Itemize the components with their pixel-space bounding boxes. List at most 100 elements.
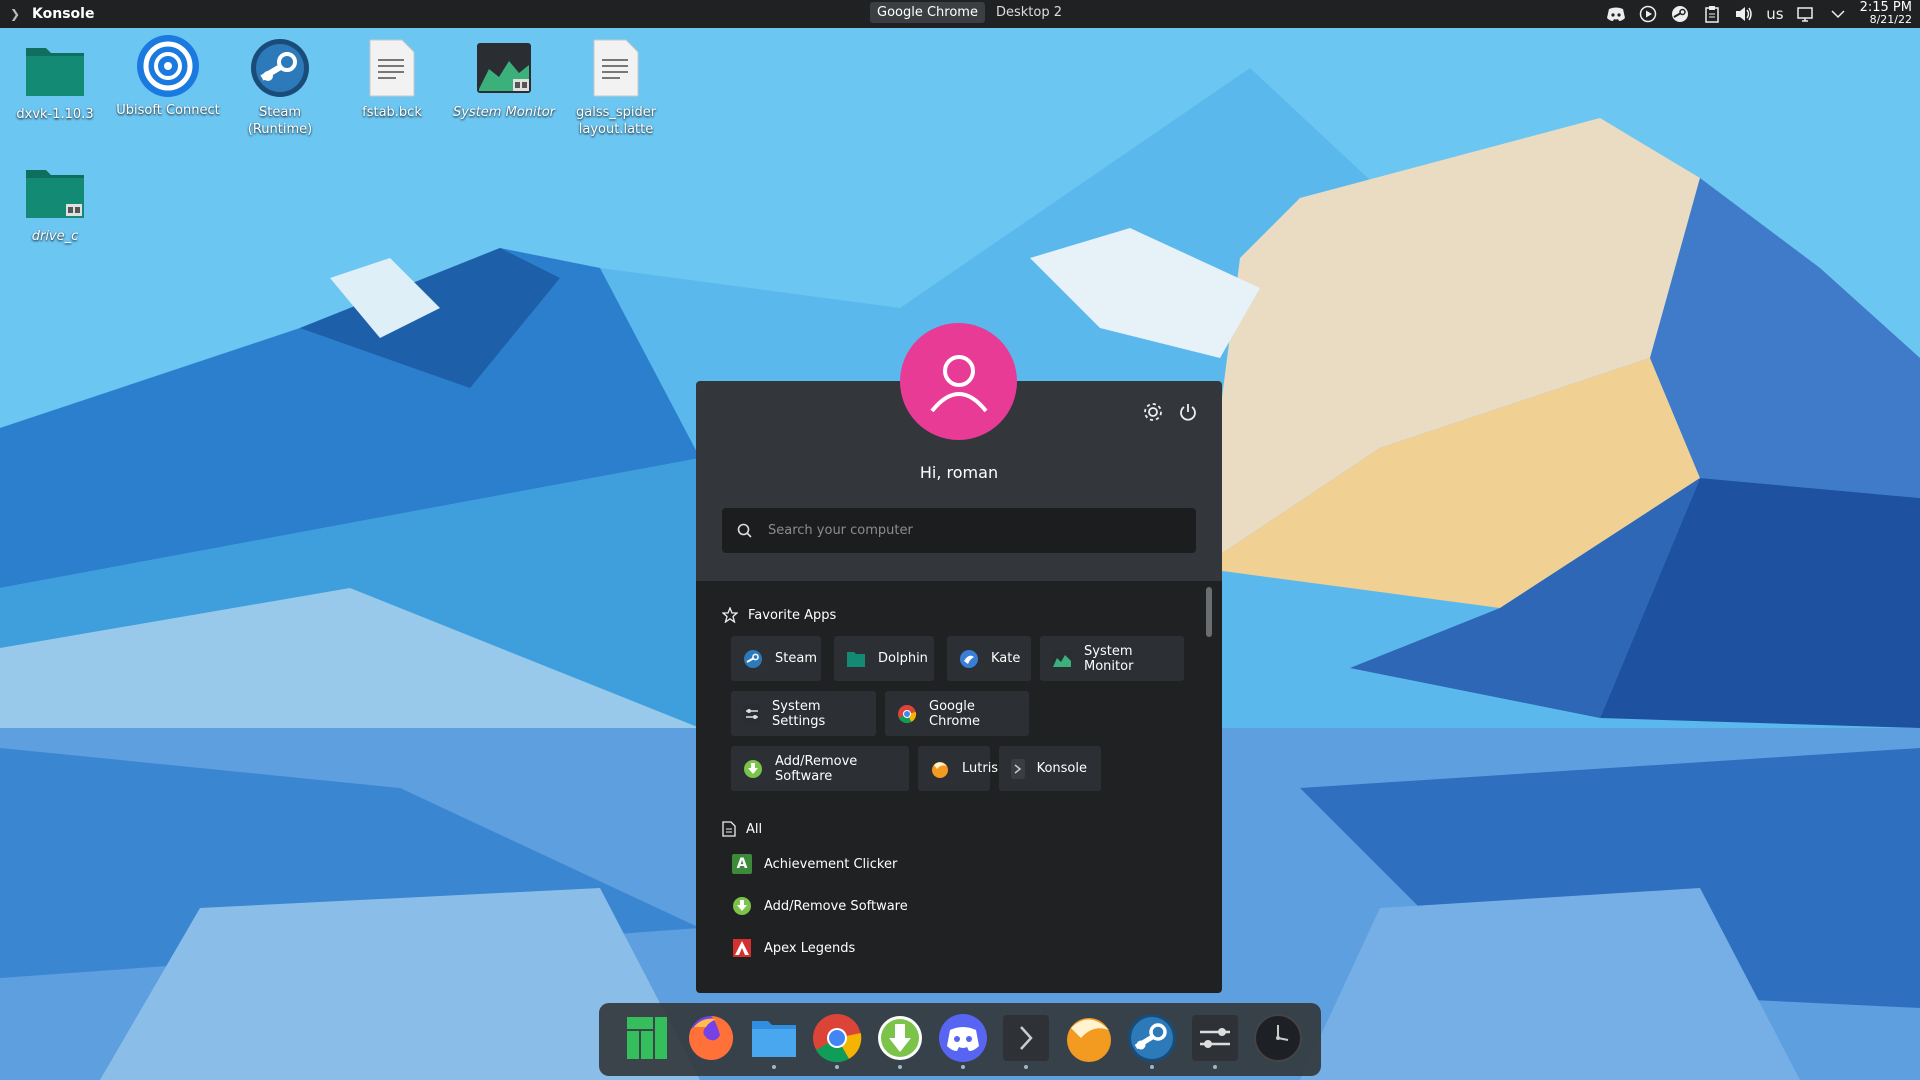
running-indicator bbox=[961, 1065, 965, 1069]
user-icon bbox=[929, 354, 988, 412]
running-indicator bbox=[898, 1065, 902, 1069]
manjaro-icon[interactable] bbox=[621, 1011, 675, 1065]
media-play-icon[interactable] bbox=[1638, 4, 1658, 24]
clock-date: 8/21/22 bbox=[1869, 13, 1912, 26]
network-icon[interactable] bbox=[1796, 4, 1816, 24]
desktop-icon-steam-runtime[interactable]: Steam (Runtime) bbox=[225, 36, 335, 138]
desktop-icon-label: drive_c bbox=[31, 229, 79, 244]
scrollbar-thumb[interactable] bbox=[1206, 587, 1212, 637]
lutris-icon bbox=[930, 759, 950, 779]
launcher-body: Favorite Apps Steam Dolphin Kate System … bbox=[696, 581, 1222, 993]
desktop-icon-latte-layout[interactable]: galss_spider layout.latte bbox=[561, 36, 671, 138]
clipboard-icon[interactable] bbox=[1702, 4, 1722, 24]
expand-tray-arrow-icon[interactable] bbox=[1828, 4, 1848, 24]
all-apps-title: All bbox=[746, 821, 763, 837]
desktop-icon-fstab[interactable]: fstab.bck bbox=[337, 36, 447, 121]
clock-icon[interactable] bbox=[1251, 1011, 1305, 1065]
text-file-icon bbox=[360, 36, 424, 100]
favorite-konsole[interactable]: Konsole bbox=[999, 746, 1101, 791]
running-indicator bbox=[1024, 1065, 1028, 1069]
favorite-kate[interactable]: Kate bbox=[947, 636, 1031, 681]
system-settings-icon bbox=[743, 703, 760, 724]
kate-icon bbox=[959, 649, 979, 669]
system-tray: us 2:15 PM 8/21/22 bbox=[1606, 0, 1920, 28]
running-indicator bbox=[1213, 1065, 1217, 1069]
software-install-icon bbox=[743, 759, 763, 779]
steam-icon[interactable] bbox=[1670, 4, 1690, 24]
konsole-icon: ❯ bbox=[9, 7, 21, 21]
folder-link-icon bbox=[23, 160, 87, 224]
application-launcher: Hi, roman Search your computer Favorite … bbox=[696, 323, 1222, 993]
app-list-item[interactable]: Apex Legends bbox=[732, 933, 855, 963]
app-list-item[interactable]: Add/Remove Software bbox=[732, 891, 908, 921]
gear-icon bbox=[1144, 403, 1162, 421]
launcher-header: Hi, roman Search your computer bbox=[696, 323, 1222, 581]
chrome-icon bbox=[897, 704, 917, 724]
power-icon bbox=[1180, 404, 1196, 421]
all-apps-section-header: All bbox=[722, 821, 762, 837]
desktop-icon-label: galss_spider layout.latte bbox=[576, 105, 657, 137]
desktop-tab-1[interactable]: Google Chrome bbox=[870, 2, 985, 23]
document-icon bbox=[722, 821, 736, 837]
steam-icon[interactable] bbox=[1125, 1011, 1179, 1069]
text-file-icon bbox=[584, 36, 648, 100]
virtual-desktop-pager: Google Chrome Desktop 2 bbox=[870, 2, 1069, 23]
settings-button[interactable] bbox=[1140, 399, 1166, 425]
desktop-icon-label: dxvk-1.10.3 bbox=[16, 107, 94, 122]
favorite-lutris[interactable]: Lutris bbox=[918, 746, 998, 791]
system-monitor-icon bbox=[1052, 649, 1072, 669]
keyboard-layout-indicator[interactable]: us bbox=[1766, 5, 1783, 23]
greeting-text: Hi, roman bbox=[919, 463, 999, 482]
favorite-system-monitor[interactable]: System Monitor bbox=[1040, 636, 1184, 681]
desktop-icon-dxvk[interactable]: dxvk-1.10.3 bbox=[0, 38, 110, 123]
lutris-icon[interactable] bbox=[1062, 1011, 1116, 1065]
system-monitor-icon bbox=[472, 36, 536, 100]
achievement-clicker-icon: A bbox=[732, 854, 752, 874]
steam-icon bbox=[248, 36, 312, 100]
firefox-icon[interactable] bbox=[684, 1011, 738, 1065]
software-install-icon bbox=[732, 896, 752, 916]
desktop-icon-label: Ubisoft Connect bbox=[116, 103, 220, 118]
app-list-item[interactable]: A Achievement Clicker bbox=[732, 849, 897, 879]
discord-icon[interactable] bbox=[936, 1011, 990, 1069]
desktop-icon-label: fstab.bck bbox=[362, 105, 422, 120]
settings-icon[interactable] bbox=[1188, 1011, 1242, 1069]
user-avatar[interactable] bbox=[900, 323, 1017, 440]
ubisoft-icon bbox=[136, 34, 200, 98]
desktop-tab-2[interactable]: Desktop 2 bbox=[989, 2, 1069, 23]
apex-legends-icon bbox=[732, 938, 752, 958]
konsole-icon[interactable] bbox=[999, 1011, 1053, 1069]
favorite-system-settings[interactable]: System Settings bbox=[731, 691, 876, 736]
running-indicator bbox=[1150, 1065, 1154, 1069]
software-update-icon[interactable] bbox=[873, 1011, 927, 1069]
search-input[interactable]: Search your computer bbox=[722, 508, 1196, 553]
power-button[interactable] bbox=[1175, 399, 1201, 425]
favorite-steam[interactable]: Steam bbox=[731, 636, 821, 681]
active-window-title[interactable]: Konsole bbox=[32, 6, 94, 22]
files-icon[interactable] bbox=[747, 1011, 801, 1069]
dock bbox=[599, 1003, 1321, 1076]
favorite-dolphin[interactable]: Dolphin bbox=[834, 636, 934, 681]
favorites-section-header: Favorite Apps bbox=[722, 607, 836, 623]
desktop-icon-label: Steam (Runtime) bbox=[247, 105, 313, 137]
favorite-add-remove-software[interactable]: Add/Remove Software bbox=[731, 746, 909, 791]
running-indicator bbox=[772, 1065, 776, 1069]
chrome-icon[interactable] bbox=[810, 1011, 864, 1069]
search-placeholder: Search your computer bbox=[768, 523, 913, 538]
desktop-icon-drive-c[interactable]: drive_c bbox=[0, 160, 110, 245]
folder-icon bbox=[23, 38, 87, 102]
desktop-icon-label: System Monitor bbox=[452, 105, 556, 120]
konsole-icon bbox=[1011, 758, 1025, 779]
top-panel: ❯ Konsole Google Chrome Desktop 2 us 2:1… bbox=[0, 0, 1920, 28]
folder-icon bbox=[846, 649, 866, 669]
favorite-google-chrome[interactable]: Google Chrome bbox=[885, 691, 1029, 736]
desktop-icon-ubisoft[interactable]: Ubisoft Connect bbox=[113, 34, 223, 119]
star-icon bbox=[722, 607, 738, 623]
desktop-icon-system-monitor[interactable]: System Monitor bbox=[449, 36, 559, 121]
search-icon bbox=[737, 523, 752, 538]
favorites-title: Favorite Apps bbox=[748, 607, 837, 623]
running-indicator bbox=[835, 1065, 839, 1069]
volume-icon[interactable] bbox=[1734, 4, 1754, 24]
discord-icon[interactable] bbox=[1606, 4, 1626, 24]
digital-clock[interactable]: 2:15 PM 8/21/22 bbox=[1860, 1, 1912, 26]
